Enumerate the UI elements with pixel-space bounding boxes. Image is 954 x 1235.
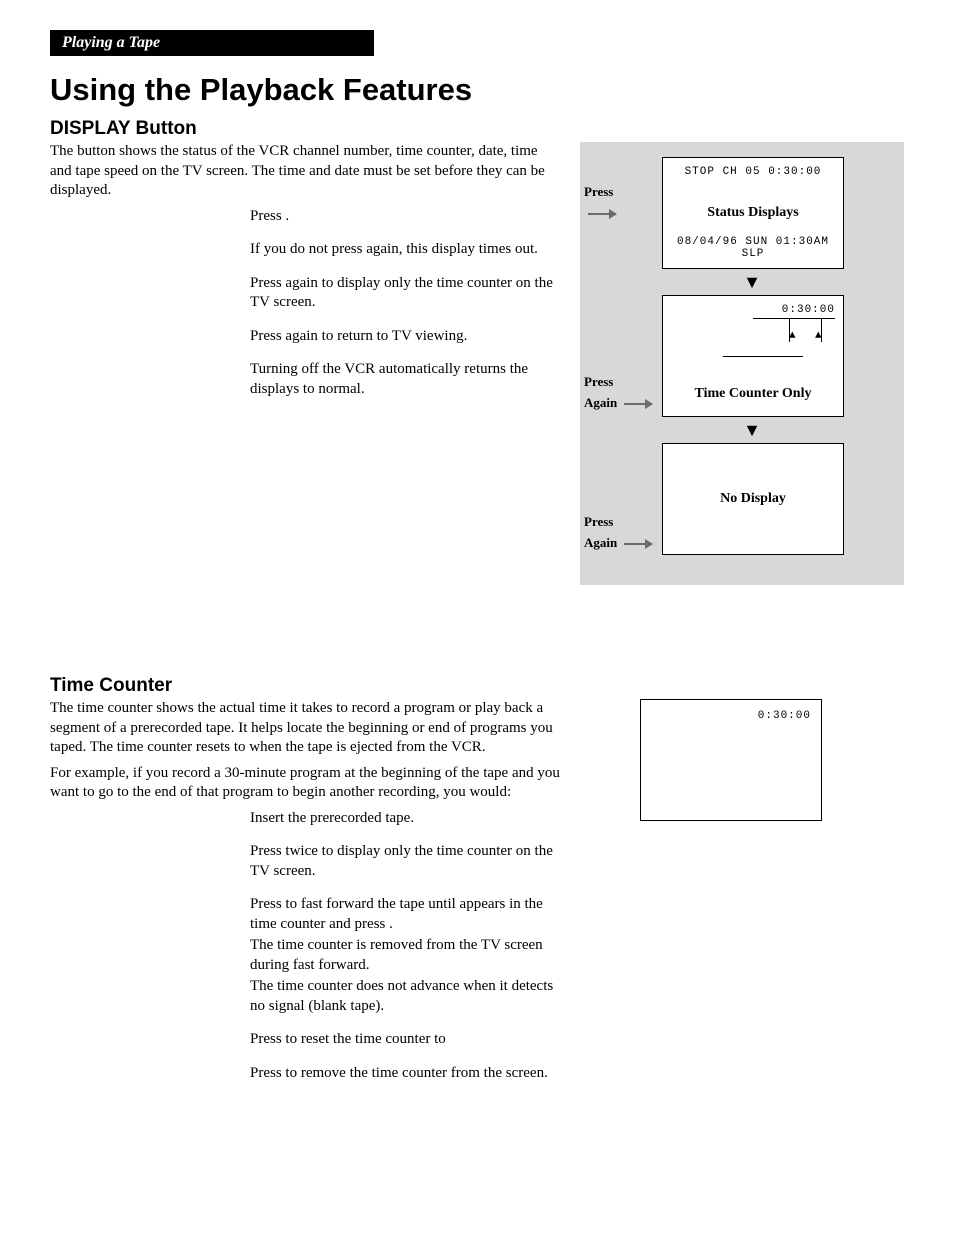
step-text: Turning off the VCR automatically return… xyxy=(250,360,560,399)
intro-paragraph: The button shows the status of the VCR c… xyxy=(50,142,560,201)
screen-top-line: STOP CH 05 0:30:00 xyxy=(663,166,843,178)
arrow-down-icon: ▼ xyxy=(662,273,842,291)
heading-display-button: DISPLAY Button xyxy=(50,118,904,140)
label-press: Press xyxy=(584,374,613,389)
step-text: Press again to return to TV viewing. xyxy=(250,327,560,347)
screen-counter-value: 0:30:00 xyxy=(782,304,835,316)
arrow-right-icon xyxy=(624,403,652,405)
page-title: Using the Playback Features xyxy=(50,72,904,108)
screen-counter-value: 0:30:00 xyxy=(758,710,811,722)
label-again: Again xyxy=(584,535,617,550)
arrow-right-icon xyxy=(624,543,652,545)
example-paragraph: For example, if you record a 30-minute p… xyxy=(50,764,560,803)
tv-screen-small: 0:30:00 xyxy=(640,699,822,821)
screen-caption: Status Displays xyxy=(663,205,843,221)
section-tab: Playing a Tape xyxy=(50,30,374,56)
step-text: Press to reset the time counter to xyxy=(250,1030,560,1050)
diagram-panel: Press STOP CH 05 0:30:00 Status Displays… xyxy=(580,142,904,585)
step-text: The time counter does not advance when i… xyxy=(250,977,560,1016)
step-text: Press twice to display only the time cou… xyxy=(250,842,560,881)
step-text: Press again to display only the time cou… xyxy=(250,274,560,313)
screen-caption: No Display xyxy=(663,491,843,507)
step-text: Press to fast forward the tape until app… xyxy=(250,895,560,934)
screen-bottom-line: 08/04/96 SUN 01:30AM SLP xyxy=(663,236,843,260)
step-text: Press . xyxy=(250,207,560,227)
intro-paragraph: The time counter shows the actual time i… xyxy=(50,699,560,758)
label-press: Press xyxy=(584,184,613,199)
screen-caption: Time Counter Only xyxy=(663,386,843,402)
step-text: Press to remove the time counter from th… xyxy=(250,1064,560,1084)
label-again: Again xyxy=(584,395,617,410)
step-text: The time counter is removed from the TV … xyxy=(250,936,560,975)
step-text: If you do not press again, this display … xyxy=(250,240,560,260)
arrow-right-icon xyxy=(588,213,616,215)
tv-screen-counter: 0:30:00 ▲ ▲ Time Counter Only xyxy=(662,295,844,417)
tv-screen-none: No Display xyxy=(662,443,844,555)
arrow-down-icon: ▼ xyxy=(662,421,842,439)
label-press: Press xyxy=(584,514,613,529)
tv-screen-status: STOP CH 05 0:30:00 Status Displays 08/04… xyxy=(662,157,844,269)
heading-time-counter: Time Counter xyxy=(50,675,904,697)
step-text: Insert the prerecorded tape. xyxy=(250,809,560,829)
